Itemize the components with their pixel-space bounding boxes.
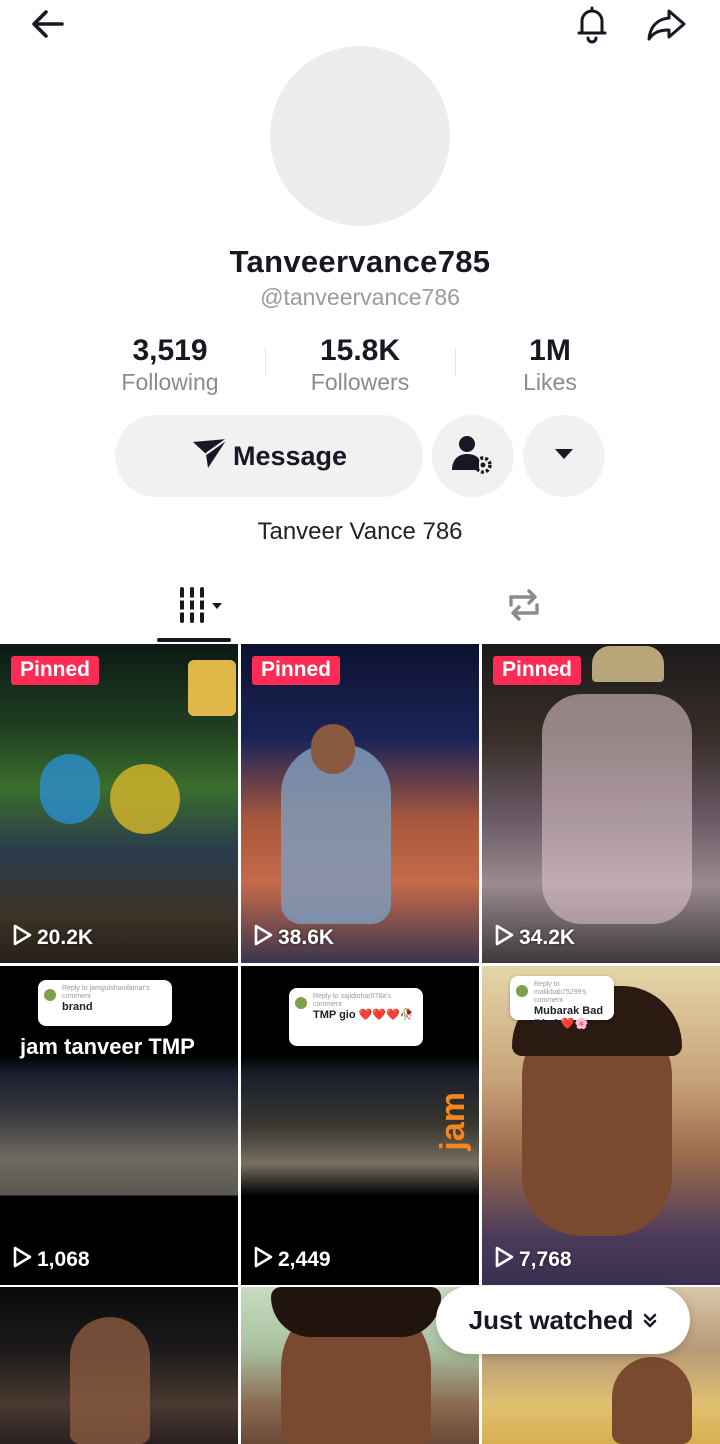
view-count-value: 38.6K bbox=[278, 926, 335, 949]
stat-followers[interactable]: 15.8K Followers bbox=[265, 334, 455, 396]
pinned-badge: Pinned bbox=[11, 656, 100, 685]
view-count: 20.2K bbox=[12, 924, 93, 952]
video-thumbnail[interactable]: Pinned 20.2K bbox=[0, 644, 238, 963]
profile-stats: 3,519 Following 15.8K Followers 1M Likes bbox=[0, 334, 720, 398]
view-count-value: 20.2K bbox=[37, 926, 94, 949]
user-settings-button[interactable] bbox=[432, 415, 514, 497]
play-icon bbox=[12, 1246, 32, 1274]
back-arrow-icon[interactable] bbox=[26, 2, 70, 46]
play-icon bbox=[253, 1246, 273, 1274]
thumbnail-graphic bbox=[110, 764, 180, 834]
double-chevron-down-icon bbox=[643, 1305, 657, 1336]
following-label: Following bbox=[121, 369, 219, 395]
comment-text: TMP gio ❤️❤️❤️🥀 bbox=[313, 1009, 414, 1021]
video-thumbnail[interactable]: Pinned 38.6K bbox=[241, 644, 479, 963]
view-count: 7,768 bbox=[494, 1246, 572, 1274]
top-bar bbox=[0, 0, 720, 50]
reply-label: Reply to jamgulshanifamar's comment bbox=[62, 985, 150, 1000]
view-count-value: 1,068 bbox=[37, 1248, 90, 1271]
commenter-avatar bbox=[44, 989, 56, 1001]
repost-icon bbox=[503, 585, 545, 630]
view-count: 34.2K bbox=[494, 924, 575, 952]
thumbnail-graphic bbox=[542, 694, 692, 924]
tab-reposts[interactable] bbox=[464, 582, 584, 632]
comment-reply-bubble: Reply to sajidiohar078a's comment TMP gi… bbox=[289, 988, 423, 1046]
video-thumbnail[interactable]: Reply to malikbab75299's comment Mubarak… bbox=[482, 966, 720, 1285]
tab-videos[interactable] bbox=[140, 582, 260, 632]
comment-reply-bubble: Reply to jamgulshanifamar's comment bran… bbox=[38, 980, 172, 1026]
thumbnail-graphic bbox=[612, 1357, 692, 1444]
view-count-value: 2,449 bbox=[278, 1248, 331, 1271]
reply-label: Reply to sajidiohar078a's comment bbox=[313, 993, 391, 1008]
view-count: 38.6K bbox=[253, 924, 334, 952]
profile-actions: Message bbox=[0, 415, 720, 499]
play-icon bbox=[494, 1246, 514, 1274]
username-handle: @tanveervance786 bbox=[260, 284, 460, 310]
stat-likes[interactable]: 1M Likes bbox=[455, 334, 645, 396]
video-overlay-text: jam tanveer TMP bbox=[20, 1034, 195, 1059]
comment-text: brand bbox=[62, 1001, 93, 1013]
video-thumbnail[interactable] bbox=[0, 1287, 238, 1444]
bio-text: Tanveer Vance 786 bbox=[257, 518, 463, 545]
stat-following[interactable]: 3,519 Following bbox=[75, 334, 265, 396]
grid-icon bbox=[172, 585, 228, 630]
stat-divider bbox=[455, 348, 456, 376]
active-tab-indicator bbox=[157, 638, 231, 642]
caret-down-icon bbox=[553, 447, 575, 466]
commenter-avatar bbox=[295, 997, 307, 1009]
thumbnail-graphic bbox=[40, 754, 100, 824]
play-icon bbox=[494, 924, 514, 952]
thumbnail-graphic bbox=[271, 1287, 441, 1337]
message-label: Message bbox=[232, 440, 348, 471]
message-button[interactable]: Message bbox=[115, 415, 423, 497]
thumbnail-graphic bbox=[70, 1317, 150, 1444]
following-count: 3,519 bbox=[132, 334, 208, 367]
play-icon bbox=[253, 924, 273, 952]
just-watched-label: Just watched bbox=[468, 1304, 634, 1335]
view-count-value: 34.2K bbox=[519, 926, 576, 949]
stat-divider bbox=[265, 348, 266, 376]
comment-text: Mubarak Bad Bhai ❤️🌸 bbox=[534, 1005, 604, 1030]
thumbnail-graphic bbox=[311, 724, 355, 774]
send-icon bbox=[191, 436, 229, 477]
play-icon bbox=[12, 924, 32, 952]
thumbnail-graphic bbox=[188, 660, 236, 716]
user-settings-icon bbox=[450, 432, 496, 481]
video-thumbnail[interactable]: Pinned 34.2K bbox=[482, 644, 720, 963]
content-tabs bbox=[0, 572, 720, 644]
comment-reply-bubble: Reply to malikbab75299's comment Mubarak… bbox=[510, 976, 614, 1030]
view-count: 2,449 bbox=[253, 1246, 331, 1274]
reply-label: Reply to malikbab75299's comment bbox=[534, 981, 587, 1004]
video-overlay-text: jam bbox=[434, 1092, 472, 1151]
video-thumbnail[interactable]: Reply to jamgulshanifamar's comment bran… bbox=[0, 966, 238, 1285]
thumbnail-graphic bbox=[592, 646, 664, 682]
commenter-avatar bbox=[516, 985, 528, 997]
followers-label: Followers bbox=[310, 369, 410, 395]
more-options-button[interactable] bbox=[523, 415, 605, 497]
pinned-badge: Pinned bbox=[493, 656, 582, 685]
display-name: Tanveervance785 bbox=[229, 244, 491, 279]
bell-icon[interactable] bbox=[570, 2, 614, 46]
followers-count: 15.8K bbox=[319, 334, 401, 367]
avatar[interactable] bbox=[270, 46, 450, 226]
view-count: 1,068 bbox=[12, 1246, 90, 1274]
view-count-value: 7,768 bbox=[519, 1248, 572, 1271]
video-thumbnail[interactable]: Reply to sajidiohar078a's comment TMP gi… bbox=[241, 966, 479, 1285]
likes-count: 1M bbox=[529, 334, 571, 367]
pinned-badge: Pinned bbox=[252, 656, 341, 685]
share-icon[interactable] bbox=[644, 2, 688, 46]
likes-label: Likes bbox=[523, 369, 577, 395]
just-watched-button[interactable]: Just watched bbox=[436, 1286, 690, 1354]
